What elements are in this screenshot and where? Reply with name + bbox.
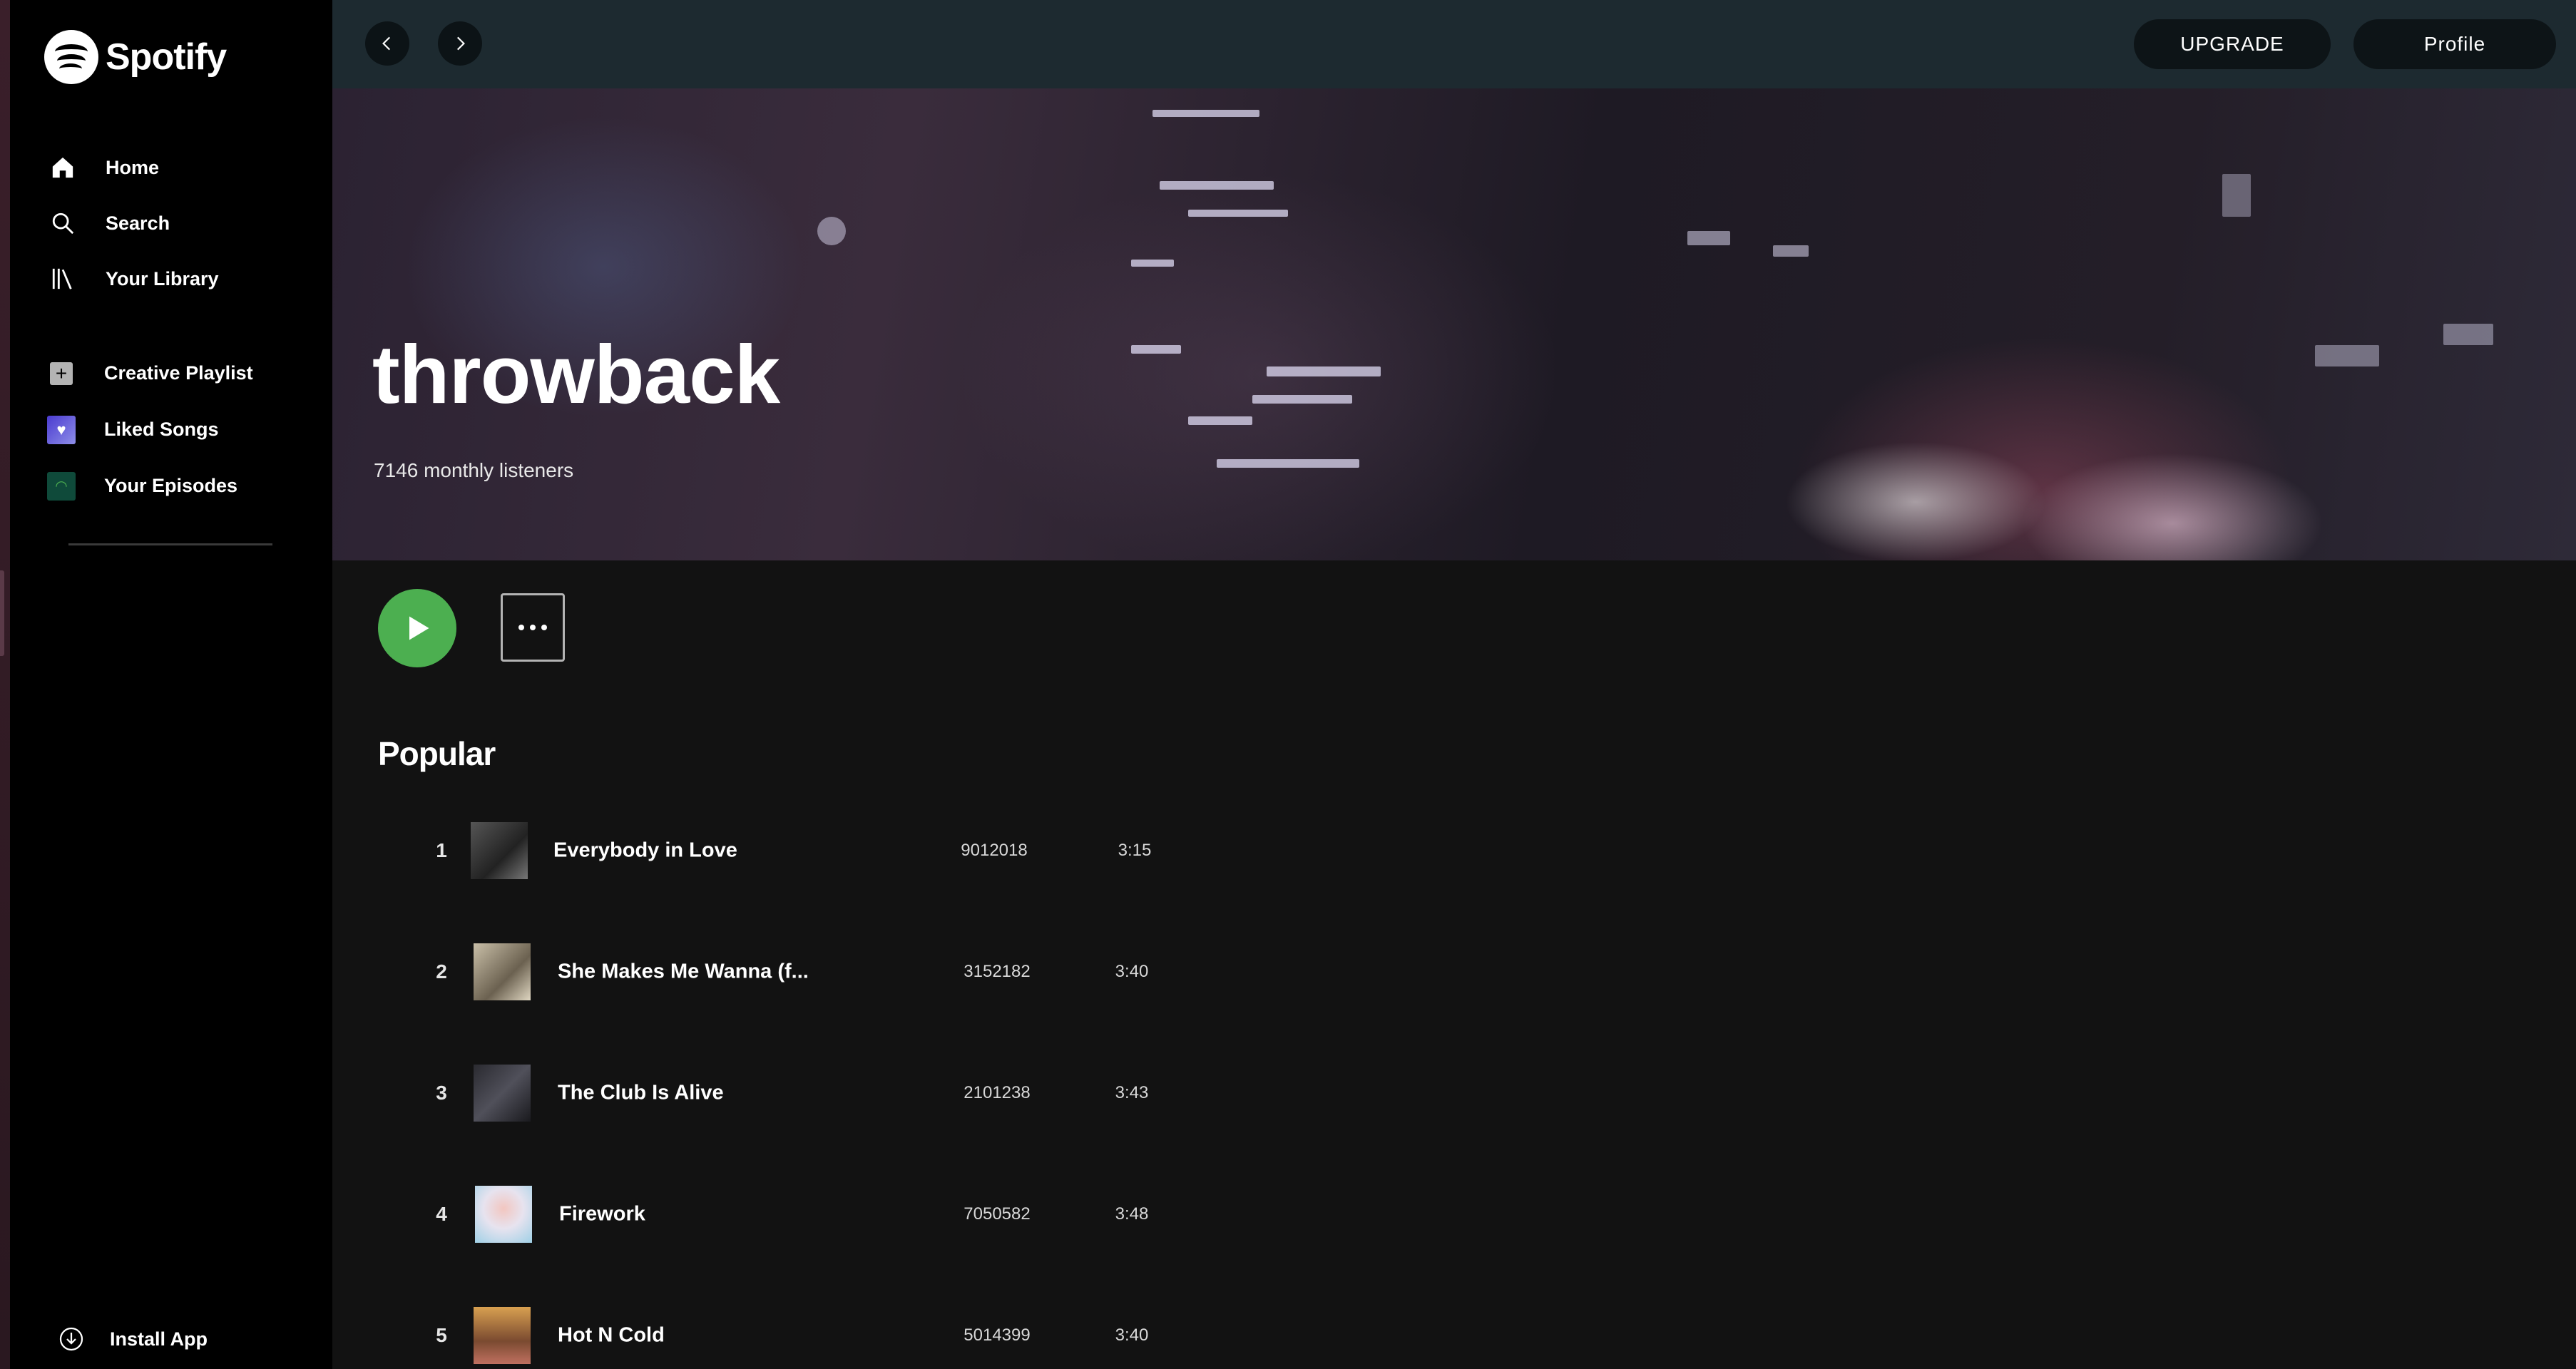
track-play-count: 2101238 bbox=[964, 1083, 1031, 1102]
profile-button[interactable]: Profile bbox=[2353, 19, 2556, 69]
upgrade-button[interactable]: UPGRADE bbox=[2134, 19, 2331, 69]
nav-item-creative-playlist[interactable]: + Creative Playlist bbox=[47, 345, 253, 401]
nav-label-creative-playlist: Creative Playlist bbox=[104, 362, 253, 384]
search-icon bbox=[48, 209, 77, 237]
download-icon bbox=[57, 1325, 86, 1353]
track-duration: 3:15 bbox=[1118, 841, 1152, 860]
install-app-button[interactable]: Install App bbox=[57, 1325, 208, 1353]
track-number: 3 bbox=[436, 1082, 447, 1104]
track-album-art bbox=[474, 1307, 531, 1364]
nav-item-search[interactable]: Search bbox=[48, 195, 219, 251]
main-content: UPGRADE Profile throwback 7146 monthly l… bbox=[332, 0, 2576, 1369]
track-duration: 3:48 bbox=[1115, 1204, 1149, 1224]
track-title: Hot N Cold bbox=[558, 1323, 665, 1347]
install-app-label: Install App bbox=[110, 1328, 208, 1350]
spotify-logo[interactable]: Spotify bbox=[44, 30, 227, 84]
track-album-art bbox=[471, 822, 528, 879]
track-play-count: 7050582 bbox=[964, 1204, 1031, 1224]
forward-button[interactable] bbox=[438, 21, 482, 66]
heart-icon: ♥ bbox=[47, 415, 76, 444]
artist-title: throwback bbox=[372, 328, 780, 421]
artist-hero: throwback 7146 monthly listeners bbox=[332, 88, 2576, 560]
top-bar: UPGRADE Profile bbox=[332, 0, 2576, 88]
track-play-count: 5014399 bbox=[964, 1326, 1031, 1345]
nav-label-home: Home bbox=[106, 156, 160, 178]
track-play-count: 3152182 bbox=[964, 962, 1031, 981]
sidebar-divider bbox=[68, 543, 272, 545]
track-duration: 3:40 bbox=[1115, 962, 1149, 981]
popular-heading: Popular bbox=[378, 735, 496, 772]
nav-label-search: Search bbox=[106, 212, 170, 234]
track-row[interactable]: 2 She Makes Me Wanna (f... 3152182 3:40 bbox=[332, 926, 1259, 1018]
monthly-listeners: 7146 monthly listeners bbox=[374, 459, 574, 481]
track-album-art bbox=[475, 1186, 532, 1243]
nav-label-liked-songs: Liked Songs bbox=[104, 419, 219, 440]
podcast-icon: ◠ bbox=[47, 471, 76, 501]
track-number: 4 bbox=[436, 1203, 447, 1225]
track-play-count: 9012018 bbox=[961, 841, 1028, 860]
play-icon bbox=[409, 616, 429, 640]
sidebar: Spotify Home Search Your Library + Creat… bbox=[10, 0, 332, 1369]
track-album-art bbox=[474, 943, 531, 1000]
back-button[interactable] bbox=[365, 21, 409, 66]
spotify-logo-icon bbox=[44, 30, 98, 84]
nav-label-library: Your Library bbox=[106, 267, 219, 289]
spotify-logo-text: Spotify bbox=[106, 36, 227, 78]
track-row[interactable]: 5 Hot N Cold 5014399 3:40 bbox=[332, 1289, 1259, 1369]
plus-icon: + bbox=[47, 359, 76, 388]
track-album-art bbox=[474, 1065, 531, 1122]
nav-item-liked-songs[interactable]: ♥ Liked Songs bbox=[47, 401, 253, 458]
nav-label-your-episodes: Your Episodes bbox=[104, 475, 238, 496]
nav-item-library[interactable]: Your Library bbox=[48, 251, 219, 307]
main-nav: Home Search Your Library bbox=[48, 140, 219, 307]
track-duration: 3:40 bbox=[1115, 1326, 1149, 1345]
chevron-left-icon bbox=[382, 36, 391, 51]
more-icon bbox=[516, 625, 550, 630]
nav-item-home[interactable]: Home bbox=[48, 140, 219, 195]
track-title: Everybody in Love bbox=[553, 839, 737, 862]
track-number: 2 bbox=[436, 960, 447, 983]
play-button[interactable] bbox=[378, 589, 456, 667]
track-duration: 3:43 bbox=[1115, 1083, 1149, 1102]
desktop-edge-tab bbox=[0, 570, 4, 656]
more-options-button[interactable] bbox=[501, 593, 565, 662]
secondary-nav: + Creative Playlist ♥ Liked Songs ◠ Your… bbox=[47, 345, 253, 514]
track-row[interactable]: 4 Firework 7050582 3:48 bbox=[332, 1168, 1259, 1261]
track-number: 5 bbox=[436, 1324, 447, 1346]
track-row[interactable]: 1 Everybody in Love 9012018 3:15 bbox=[332, 804, 1259, 897]
desktop-edge bbox=[0, 0, 10, 1369]
track-title: Firework bbox=[559, 1202, 645, 1226]
track-title: She Makes Me Wanna (f... bbox=[558, 960, 809, 983]
track-row[interactable]: 3 The Club Is Alive 2101238 3:43 bbox=[332, 1047, 1259, 1139]
home-icon bbox=[48, 153, 77, 182]
nav-item-your-episodes[interactable]: ◠ Your Episodes bbox=[47, 458, 253, 514]
track-number: 1 bbox=[436, 839, 447, 861]
library-icon bbox=[48, 265, 77, 293]
track-title: The Club Is Alive bbox=[558, 1081, 724, 1104]
chevron-right-icon bbox=[456, 36, 465, 51]
